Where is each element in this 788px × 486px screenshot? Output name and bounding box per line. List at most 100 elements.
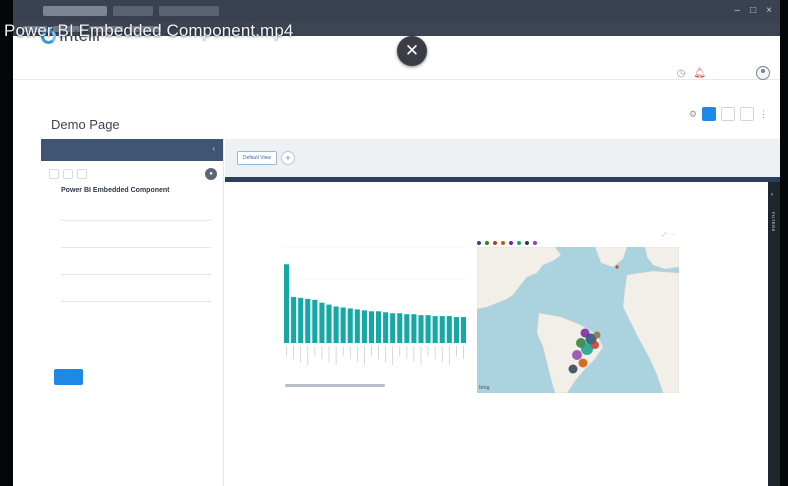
x-tick-mark [314,346,316,356]
person-icon[interactable]: ● [205,168,217,180]
help-icon[interactable]: ◷ [677,68,686,79]
x-axis-labels [286,346,464,365]
close-window-icon[interactable]: × [766,5,772,16]
chart-bar[interactable] [383,312,389,343]
settings-gear-icon[interactable]: ⚙ [689,109,697,120]
chevron-left-icon[interactable]: ‹ [213,139,215,161]
component-title: Power BI Embedded Component [61,187,170,194]
tab-panel-2[interactable] [63,169,73,179]
visual-header-icons: ⤢ ⋯ [662,232,675,238]
chart-bar[interactable] [333,306,339,343]
close-icon[interactable]: ✕ [397,36,427,66]
chart-bar[interactable] [319,302,325,343]
browser-tab[interactable] [159,6,219,16]
legend-item[interactable] [477,241,482,246]
chart-bar[interactable] [425,315,431,343]
chart-bar[interactable] [446,316,452,343]
save-button[interactable] [740,107,754,121]
field-input[interactable] [61,282,211,302]
legend-item[interactable] [501,241,506,246]
avatar[interactable] [756,66,770,80]
x-tick-mark [293,346,294,359]
preview-button[interactable] [721,107,735,121]
map-canvas[interactable] [477,247,679,393]
focus-mode-icon[interactable]: ⤢ [662,232,666,238]
chart-bar[interactable] [439,316,445,343]
chart-bar[interactable] [375,311,382,343]
chart-bar[interactable] [298,297,304,343]
x-tick-mark [427,346,429,356]
x-tick-mark [399,346,401,356]
chart-bar[interactable] [390,313,396,343]
filters-pane[interactable]: ‹ FILTERS [768,182,780,486]
map-bubble [593,331,601,339]
chart-bar[interactable] [354,309,360,343]
chart-bar[interactable] [361,310,367,343]
bing-logo: bing [479,385,490,391]
chart-bar[interactable] [418,315,424,343]
x-tick-mark [392,346,394,365]
legend-item[interactable] [493,241,498,246]
legend-dot-icon [501,241,505,245]
field-input[interactable] [61,255,211,275]
chart-bar[interactable] [432,316,438,343]
filters-label: FILTERS [771,212,776,232]
chart-bar[interactable] [397,313,403,343]
x-tick-mark [448,346,450,365]
panel-tabs: ● [41,161,223,183]
tab-panel-3[interactable] [77,169,87,179]
chart-bar[interactable] [305,298,311,343]
edit-button[interactable] [702,107,716,121]
x-tick-mark [420,346,422,365]
chart-bar[interactable] [460,317,467,343]
map-bubble [568,364,578,374]
x-tick-mark [342,346,344,356]
panel-header[interactable]: ‹ [41,139,223,161]
x-tick-mark [441,346,443,362]
more-options-icon[interactable]: ⋯ [670,232,675,238]
legend-item[interactable] [517,241,522,246]
chart-bar[interactable] [368,311,375,343]
chart-bar[interactable] [326,304,332,343]
default-view-button[interactable]: Default View [237,151,277,165]
legend-item[interactable] [485,241,490,246]
horizontal-scrollbar[interactable] [285,384,385,387]
legend-item[interactable] [533,241,538,246]
map-visual[interactable]: ⤢ ⋯ bing [477,229,679,393]
form-field [61,201,211,221]
browser-tab-active[interactable] [43,6,107,16]
legend-item[interactable] [509,241,514,246]
chart-bar[interactable] [340,307,346,343]
add-view-button[interactable]: + [281,151,295,165]
page-actions: ⚙ ⋮ [689,107,768,121]
minimize-icon[interactable]: – [735,5,741,16]
legend-dot-icon [509,241,513,245]
chart-bar[interactable] [283,264,290,343]
form-field [61,282,211,302]
browser-tab[interactable] [113,6,153,16]
bar-chart[interactable] [267,229,467,389]
map-bubble [572,350,582,360]
legend-dot-icon [477,241,481,245]
field-input[interactable] [61,201,211,221]
chart-bar[interactable] [453,317,459,343]
map-bubble [578,358,588,368]
chart-bar[interactable] [291,296,297,343]
browser-window: – □ × Intelli ◷ 🔔︎ Demo Page ⚙ ⋮ ‹ ● Pow… [13,0,780,486]
x-tick-mark [378,346,379,359]
chart-bar[interactable] [411,314,417,343]
more-options-icon[interactable]: ⋮ [759,109,768,120]
chevron-left-icon[interactable]: ‹ [771,192,773,198]
submit-button[interactable] [54,369,83,385]
chart-bar[interactable] [404,314,410,343]
report-area: Default View + ⤢ ⋯ bing ‹ FILTERS [225,139,780,486]
notification-bell-icon[interactable]: 🔔︎ [693,68,706,79]
field-input[interactable] [61,228,211,248]
chart-bar[interactable] [347,308,353,343]
chart-bar[interactable] [312,299,318,343]
browser-tab-strip: – □ × [13,0,780,22]
legend-item[interactable] [525,241,530,246]
tab-panel-1[interactable] [49,169,59,179]
x-tick-mark [434,346,436,359]
maximize-icon[interactable]: □ [750,5,756,16]
